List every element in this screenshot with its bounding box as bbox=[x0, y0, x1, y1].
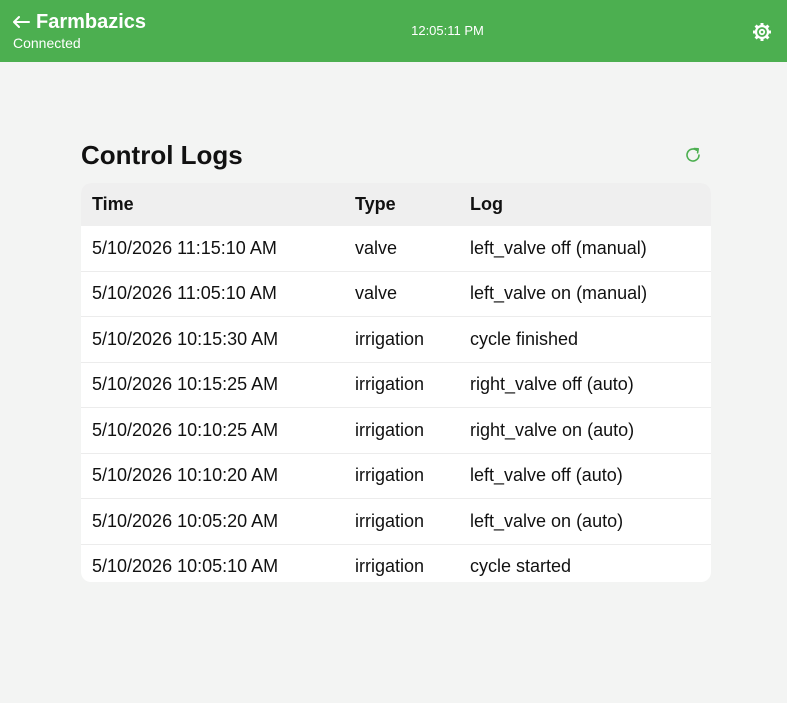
column-header-type: Type bbox=[355, 194, 396, 214]
log-type-cell: valve bbox=[355, 270, 470, 317]
log-time-cell: 5/10/2026 10:05:10 AM bbox=[81, 543, 355, 582]
refresh-icon bbox=[686, 147, 700, 162]
log-time-cell: 5/10/2026 10:10:20 AM bbox=[81, 452, 355, 499]
table-header-row: Time Type Log bbox=[81, 183, 711, 226]
log-message-cell: cycle started bbox=[470, 543, 711, 582]
column-header-time: Time bbox=[92, 194, 134, 214]
table-row: 5/10/2026 10:05:20 AM irrigation left_va… bbox=[81, 498, 711, 544]
log-message-cell: left_valve off (manual) bbox=[470, 237, 647, 258]
gear-icon bbox=[753, 23, 771, 41]
page-title: Control Logs bbox=[81, 140, 243, 170]
log-type-cell: irrigation bbox=[355, 452, 470, 499]
log-message-cell: left_valve off (auto) bbox=[470, 452, 711, 499]
log-type-cell: irrigation bbox=[355, 498, 470, 544]
table-row: 5/10/2026 11:15:10 AM valve left_valve o… bbox=[81, 226, 711, 271]
table-row: 5/10/2026 10:15:30 AM irrigation cycle f… bbox=[81, 316, 711, 362]
logs-table: Time Type Log 5/10/2026 11:15:10 AM valv… bbox=[81, 183, 711, 582]
settings-button[interactable] bbox=[752, 22, 772, 42]
app-header: Farmbazics Connected 12:05:11 PM bbox=[0, 0, 787, 62]
log-time-cell: 5/10/2026 11:15:10 AM bbox=[92, 237, 277, 258]
log-message-cell: right_valve off (auto) bbox=[470, 361, 711, 408]
table-row: 5/10/2026 10:10:20 AM irrigation left_va… bbox=[81, 452, 711, 499]
log-message-cell: right_valve on (auto) bbox=[470, 407, 711, 453]
log-type-cell: valve bbox=[355, 237, 398, 258]
log-type-cell: irrigation bbox=[355, 543, 470, 582]
log-type-cell: irrigation bbox=[355, 361, 470, 408]
table-row: 5/10/2026 10:05:10 AM irrigation cycle s… bbox=[81, 543, 711, 582]
logs-table-card: Time Type Log 5/10/2026 11:15:10 AM valv… bbox=[81, 183, 711, 582]
log-time-cell: 5/10/2026 11:05:10 AM bbox=[81, 270, 355, 317]
table-row: 5/10/2026 11:05:10 AM valve left_valve o… bbox=[81, 270, 711, 317]
log-type-cell: irrigation bbox=[355, 407, 470, 453]
log-time-cell: 5/10/2026 10:10:25 AM bbox=[81, 407, 355, 453]
refresh-button[interactable] bbox=[684, 146, 702, 164]
log-time-cell: 5/10/2026 10:15:25 AM bbox=[81, 361, 355, 408]
table-row: 5/10/2026 10:10:25 AM irrigation right_v… bbox=[81, 407, 711, 453]
log-type-cell: irrigation bbox=[355, 316, 470, 362]
header-clock: 12:05:11 PM bbox=[411, 23, 484, 38]
log-message-cell: cycle finished bbox=[470, 316, 711, 362]
log-message-cell: left_valve on (manual) bbox=[470, 270, 711, 317]
log-time-cell: 5/10/2026 10:15:30 AM bbox=[81, 316, 355, 362]
column-header-log: Log bbox=[470, 194, 503, 214]
log-message-cell: left_valve on (auto) bbox=[470, 498, 711, 544]
log-time-cell: 5/10/2026 10:05:20 AM bbox=[81, 498, 355, 544]
table-row: 5/10/2026 10:15:25 AM irrigation right_v… bbox=[81, 361, 711, 408]
